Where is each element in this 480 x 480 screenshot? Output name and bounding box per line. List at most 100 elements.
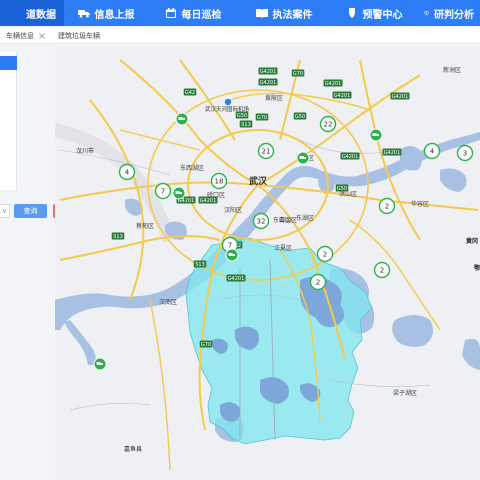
tab-enforcement-cases-label: 执法案件: [272, 9, 313, 21]
road-shield: S13: [111, 232, 125, 240]
tab-analysis[interactable]: 研判分析: [418, 0, 480, 26]
truck-marker-icon[interactable]: [296, 151, 310, 165]
road-shield-label: G4201: [342, 154, 359, 160]
road-shield: G4201: [258, 78, 278, 86]
cluster-marker[interactable]: 2: [373, 261, 391, 279]
tab-daily-inspection-label: 每日巡检: [181, 9, 222, 21]
truck-marker-icon[interactable]: [93, 357, 107, 371]
district-label: 洪山区: [339, 190, 357, 198]
road-shield-label: S13: [195, 262, 205, 268]
district-label: 东湖区: [296, 214, 314, 222]
breadcrumb-item-vehicle-info[interactable]: 车辆信息: [0, 31, 52, 41]
district-label: 江夏区: [274, 245, 292, 252]
district-label: 华容区: [411, 200, 429, 208]
district-label: 东西湖区: [180, 164, 204, 172]
road-shield: G70: [291, 69, 305, 77]
cluster-marker[interactable]: 32: [252, 212, 270, 230]
district-label: 东山区: [273, 216, 291, 224]
cluster-count: 2: [380, 266, 384, 274]
select-dropdown[interactable]: ∨: [0, 204, 10, 218]
cluster-marker[interactable]: 2: [309, 273, 327, 291]
tab-road-data-label: 道数据: [26, 9, 56, 21]
road-shield: G4201: [226, 274, 246, 282]
cluster-count: 3: [463, 149, 467, 157]
road-shield: G4201: [258, 67, 278, 75]
cluster-marker[interactable]: 18: [210, 172, 228, 190]
road-shield: G4201: [390, 92, 410, 100]
shield-icon: [348, 8, 355, 18]
district-label: 蔡甸区: [136, 222, 154, 230]
tab-warning-center[interactable]: 预警中心: [330, 0, 418, 26]
tab-warning-center-label: 预警中心: [362, 9, 403, 21]
scale-icon: [424, 10, 429, 16]
road-shield: G4201: [340, 152, 360, 160]
road-shield: G4201: [332, 91, 352, 99]
road-shield: G70: [255, 113, 269, 121]
road-shield-label: G50: [237, 113, 247, 119]
place-label: 黄冈: [466, 237, 478, 245]
close-icon[interactable]: [38, 32, 46, 40]
district-label: 汉南区: [159, 298, 177, 306]
road-shield: G4201: [323, 79, 343, 87]
panel-header-bar: [0, 56, 17, 70]
cluster-marker[interactable]: 7: [154, 182, 172, 200]
road-shield-label: G4201: [260, 80, 277, 86]
truck-marker-icon[interactable]: [175, 112, 189, 126]
side-panel: [0, 52, 17, 190]
cluster-marker[interactable]: 3: [456, 144, 474, 162]
tab-analysis-label: 研判分析: [434, 9, 474, 21]
road-shield-label: S13: [241, 122, 251, 128]
cluster-count: 2: [385, 202, 389, 210]
tab-daily-inspection[interactable]: 每日巡检: [148, 0, 238, 26]
road-shield-label: G4201: [334, 93, 351, 99]
map-canvas[interactable]: G4201 G70 G4201 G42 G4201 G50 G70 G4201 G4201 S13…: [55, 47, 480, 480]
calendar-icon: [165, 8, 176, 18]
road-shield-label: G4201: [260, 69, 277, 75]
road-shield-label: G70: [293, 71, 303, 77]
cluster-count: 2: [323, 250, 327, 258]
truck-marker-icon[interactable]: [172, 186, 186, 200]
truck-icon: [77, 10, 90, 18]
tab-enforcement-cases[interactable]: 执法案件: [238, 0, 330, 26]
cluster-count: 22: [324, 120, 333, 128]
map-view[interactable]: G4201 G70 G4201 G42 G4201 G50 G70 G4201 G4201 S13…: [55, 47, 480, 480]
road-shield-label: G4201: [325, 81, 342, 87]
cluster-count: 2: [316, 278, 320, 286]
district-label: 梁子湖区: [393, 389, 417, 397]
district-label: 硚口区: [207, 192, 225, 199]
cluster-count: 32: [257, 217, 266, 225]
cluster-count: 21: [262, 147, 271, 155]
road-shield-label: G70: [201, 342, 211, 348]
road-shield-label: G4201: [392, 94, 409, 100]
cluster-marker[interactable]: 21: [257, 142, 275, 160]
truck-marker-icon[interactable]: [225, 248, 239, 262]
breadcrumb: 车辆信息 建筑垃圾车辆: [0, 28, 480, 44]
cluster-marker[interactable]: 22: [319, 115, 337, 133]
district-label: 新洲区: [443, 66, 461, 74]
city-label: 武汉: [249, 175, 268, 187]
airport-label: 武汉天河国际机场: [205, 105, 250, 113]
cluster-marker[interactable]: 4: [423, 142, 441, 160]
place-label: 鄂: [474, 264, 480, 272]
cluster-count: 7: [161, 187, 165, 195]
road-shield: G4201: [382, 148, 402, 156]
breadcrumb-item-construction-vehicles[interactable]: 建筑垃圾车辆: [52, 31, 106, 41]
query-button[interactable]: 查询: [14, 204, 47, 218]
cluster-marker[interactable]: 2: [316, 245, 334, 263]
top-nav-bar: 道数据 信息上报 每日巡检 执法案件 预警中心 研判分析: [0, 0, 480, 26]
truck-marker-icon[interactable]: [369, 128, 383, 142]
road-shield: G50: [293, 112, 307, 120]
tab-road-data[interactable]: 道数据: [0, 0, 64, 26]
tab-info-report-label: 信息上报: [94, 9, 135, 21]
road-shield-label: G4201: [228, 276, 245, 282]
airport-icon[interactable]: [224, 98, 232, 106]
book-icon: [255, 9, 268, 18]
cluster-marker[interactable]: 4: [118, 163, 136, 181]
road-shield-label: G70: [257, 115, 267, 121]
road-shield: S13: [239, 120, 253, 128]
tab-info-report[interactable]: 信息上报: [64, 0, 148, 26]
road-shield-label: G4201: [384, 150, 401, 156]
cluster-count: 7: [228, 241, 232, 249]
district-label: 汉阳区: [224, 206, 242, 214]
cluster-marker[interactable]: 2: [378, 197, 396, 215]
